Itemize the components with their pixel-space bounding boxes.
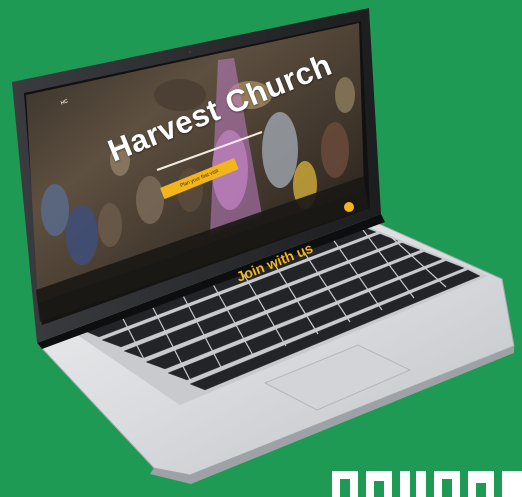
chat-badge[interactable]	[344, 202, 354, 212]
brand-mark-icon	[332, 471, 522, 497]
scene-stage: HC Harvest Church Plan your first visit …	[0, 0, 522, 497]
laptop-mockup	[12, 8, 515, 484]
webcam	[188, 50, 192, 54]
